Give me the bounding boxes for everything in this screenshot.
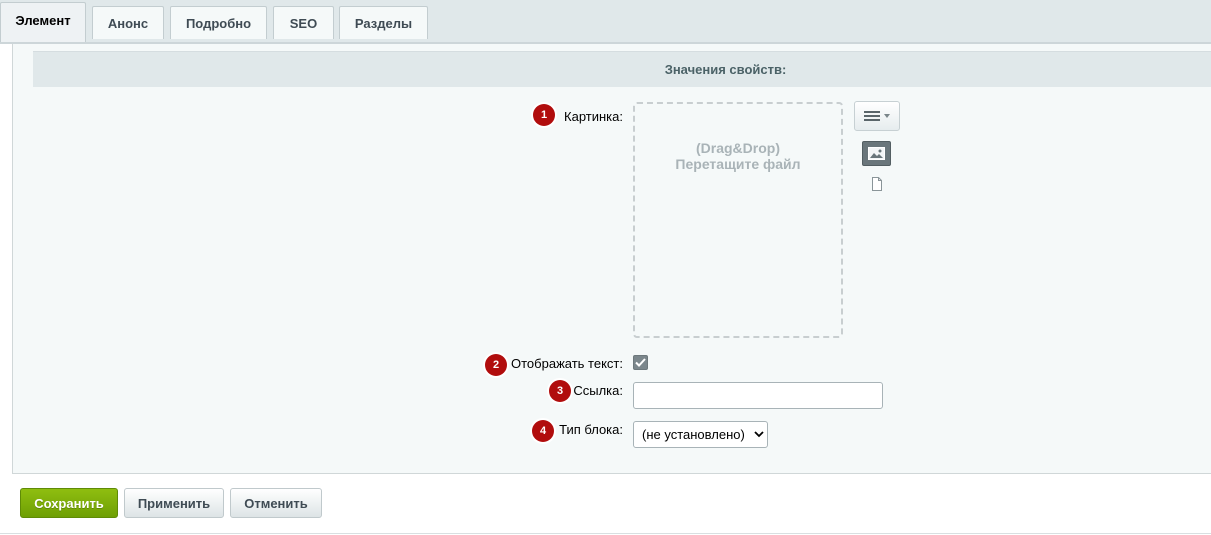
dropzone-text: Перетащите файл — [675, 156, 801, 172]
show-text-label: Отображать текст: — [511, 356, 623, 371]
field-marker-4: 4 — [532, 420, 554, 442]
file-menu-button[interactable] — [854, 101, 900, 131]
save-button[interactable]: Сохранить — [20, 488, 118, 518]
file-icon[interactable] — [871, 177, 883, 191]
tab-element[interactable]: Элемент — [0, 2, 86, 43]
footer-divider — [0, 533, 1211, 534]
tab-label: SEO — [289, 15, 318, 31]
link-input[interactable] — [633, 382, 883, 409]
file-dropzone[interactable]: (Drag&Drop) Перетащите файл — [633, 102, 843, 338]
checkmark-icon — [635, 358, 646, 367]
dropzone-hint: (Drag&Drop) — [696, 140, 780, 156]
chevron-down-icon — [751, 431, 767, 438]
tab-details[interactable]: Подробно — [170, 6, 267, 39]
link-label: Ссылка: — [573, 383, 623, 398]
hamburger-menu-icon — [864, 111, 880, 121]
content-panel: Значения свойств: 1 Картинка: (Drag&Drop… — [12, 44, 1211, 474]
tab-label: Анонс — [107, 15, 149, 31]
field-marker-2: 2 — [485, 354, 507, 376]
block-type-value: (не установлено) — [642, 427, 745, 442]
tab-label: Элемент — [15, 13, 71, 28]
apply-button[interactable]: Применить — [124, 488, 224, 518]
section-title: Значения свойств: — [664, 62, 787, 77]
tabs-bar: Элемент Анонс Подробно SEO Разделы — [0, 0, 1211, 43]
image-view-button[interactable] — [862, 141, 891, 166]
picture-label: Картинка: — [564, 109, 623, 124]
tab-label: Подробно — [185, 15, 252, 31]
tab-label: Разделы — [354, 15, 413, 31]
tab-announce[interactable]: Анонс — [92, 6, 164, 39]
field-marker-1: 1 — [533, 104, 555, 126]
block-type-label: Тип блока: — [559, 422, 623, 437]
section-header: Значения свойств: — [33, 51, 1211, 87]
show-text-checkbox[interactable] — [633, 355, 648, 370]
caret-down-icon — [884, 114, 890, 118]
field-marker-3: 3 — [549, 380, 571, 402]
image-icon — [868, 147, 885, 160]
tab-seo[interactable]: SEO — [273, 6, 334, 39]
cancel-button[interactable]: Отменить — [230, 488, 322, 518]
tab-sections[interactable]: Разделы — [339, 6, 428, 39]
block-type-select[interactable]: (не установлено) — [633, 421, 768, 448]
